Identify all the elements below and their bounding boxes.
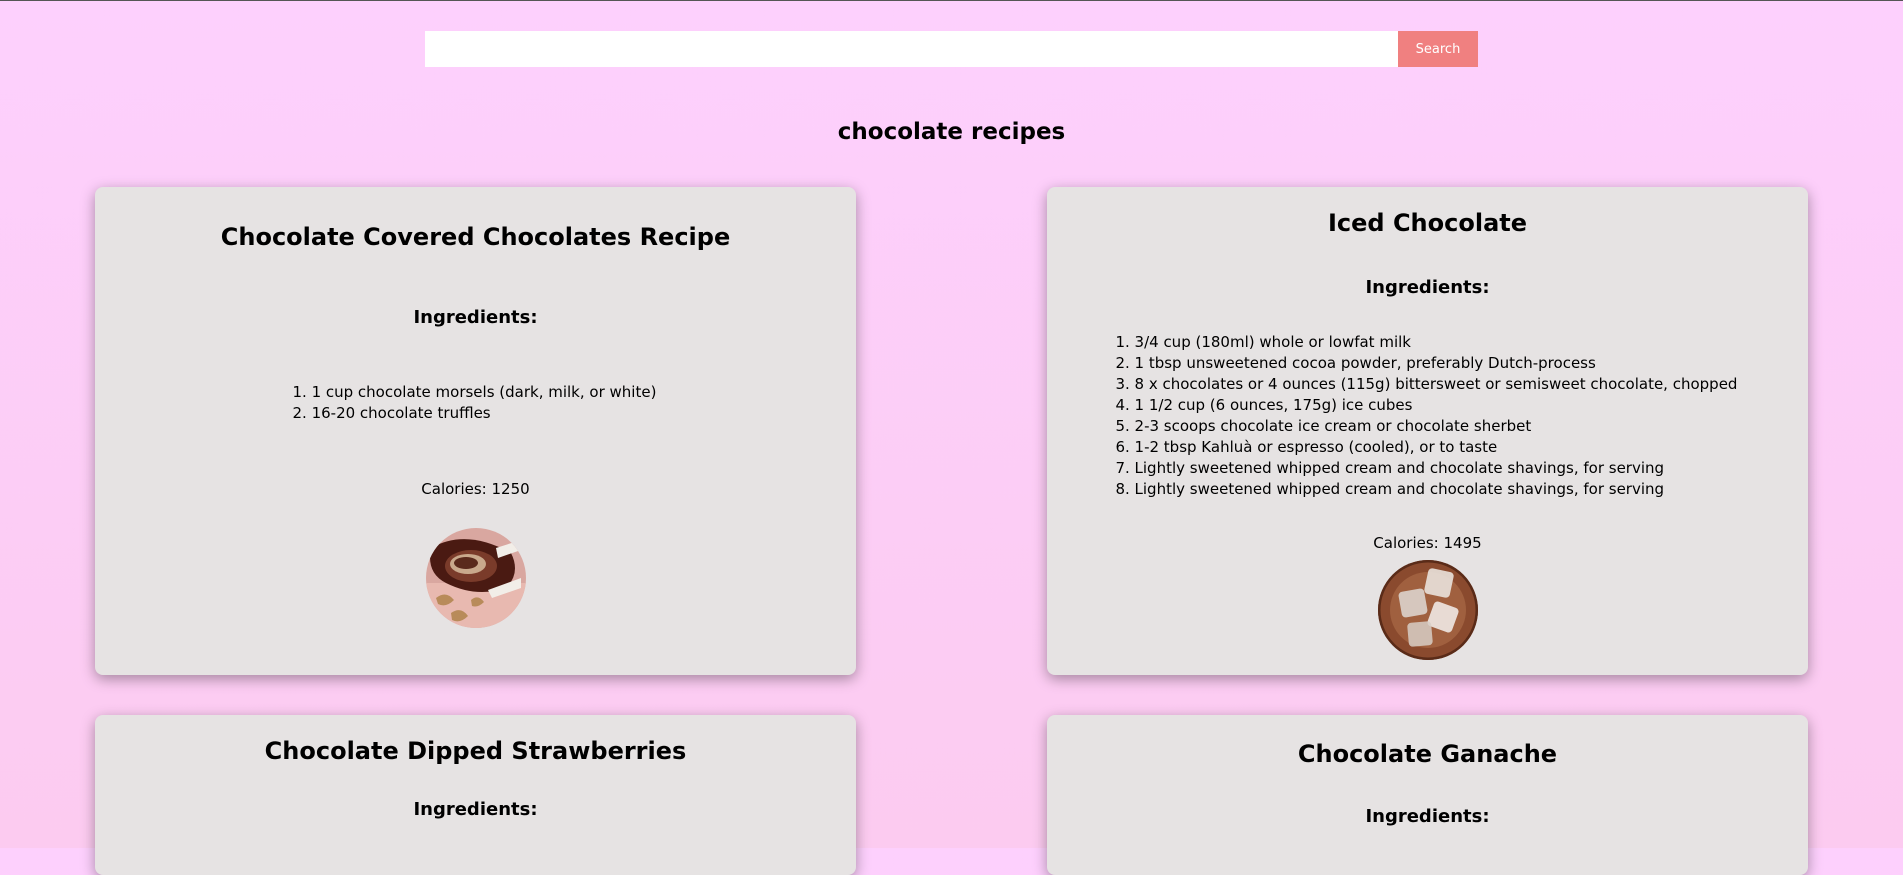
chocolate-truffles-image	[425, 528, 526, 628]
search-bar: Search	[425, 31, 1478, 67]
recipe-title: Chocolate Ganache	[1297, 740, 1558, 768]
ingredient-item: 3/4 cup (180ml) whole or lowfat milk	[1135, 332, 1738, 353]
recipe-card: Chocolate Dipped Strawberries Ingredient…	[95, 715, 856, 875]
ingredient-item: 1-2 tbsp Kahluà or espresso (cooled), or…	[1135, 437, 1738, 458]
recipe-card: Chocolate Covered Chocolates Recipe Ingr…	[95, 187, 856, 675]
ingredients-heading: Ingredients:	[1365, 806, 1490, 827]
calories-text: Calories: 1495	[1373, 534, 1482, 552]
calories-text: Calories: 1250	[421, 480, 530, 498]
iced-chocolate-image	[1377, 560, 1478, 660]
ingredients-list: 3/4 cup (180ml) whole or lowfat milk 1 t…	[1118, 332, 1738, 500]
ingredients-list: 1 cup chocolate morsels (dark, milk, or …	[295, 382, 657, 424]
recipe-card: Chocolate Ganache Ingredients:	[1047, 715, 1808, 875]
recipe-card: Iced Chocolate Ingredients: 3/4 cup (180…	[1047, 187, 1808, 675]
recipe-title: Chocolate Dipped Strawberries	[264, 737, 687, 765]
ingredient-item: 1 1/2 cup (6 ounces, 175g) ice cubes	[1135, 395, 1738, 416]
ingredient-item: 16-20 chocolate truffles	[312, 403, 657, 424]
search-input[interactable]	[425, 31, 1398, 67]
search-button[interactable]: Search	[1398, 31, 1478, 67]
ingredients-heading: Ingredients:	[413, 799, 538, 820]
ingredient-item: 1 tbsp unsweetened cocoa powder, prefera…	[1135, 353, 1738, 374]
ingredient-item: 1 cup chocolate morsels (dark, milk, or …	[312, 382, 657, 403]
recipe-title: Chocolate Covered Chocolates Recipe	[220, 223, 731, 251]
ingredient-item: Lightly sweetened whipped cream and choc…	[1135, 479, 1738, 500]
ingredient-item: 8 x chocolates or 4 ounces (115g) bitter…	[1135, 374, 1738, 395]
ingredients-heading: Ingredients:	[413, 307, 538, 328]
ingredient-item: Lightly sweetened whipped cream and choc…	[1135, 458, 1738, 479]
ingredient-item: 2-3 scoops chocolate ice cream or chocol…	[1135, 416, 1738, 437]
page-title: chocolate recipes	[837, 119, 1066, 145]
recipe-title: Iced Chocolate	[1327, 209, 1528, 237]
ingredients-heading: Ingredients:	[1365, 277, 1490, 298]
